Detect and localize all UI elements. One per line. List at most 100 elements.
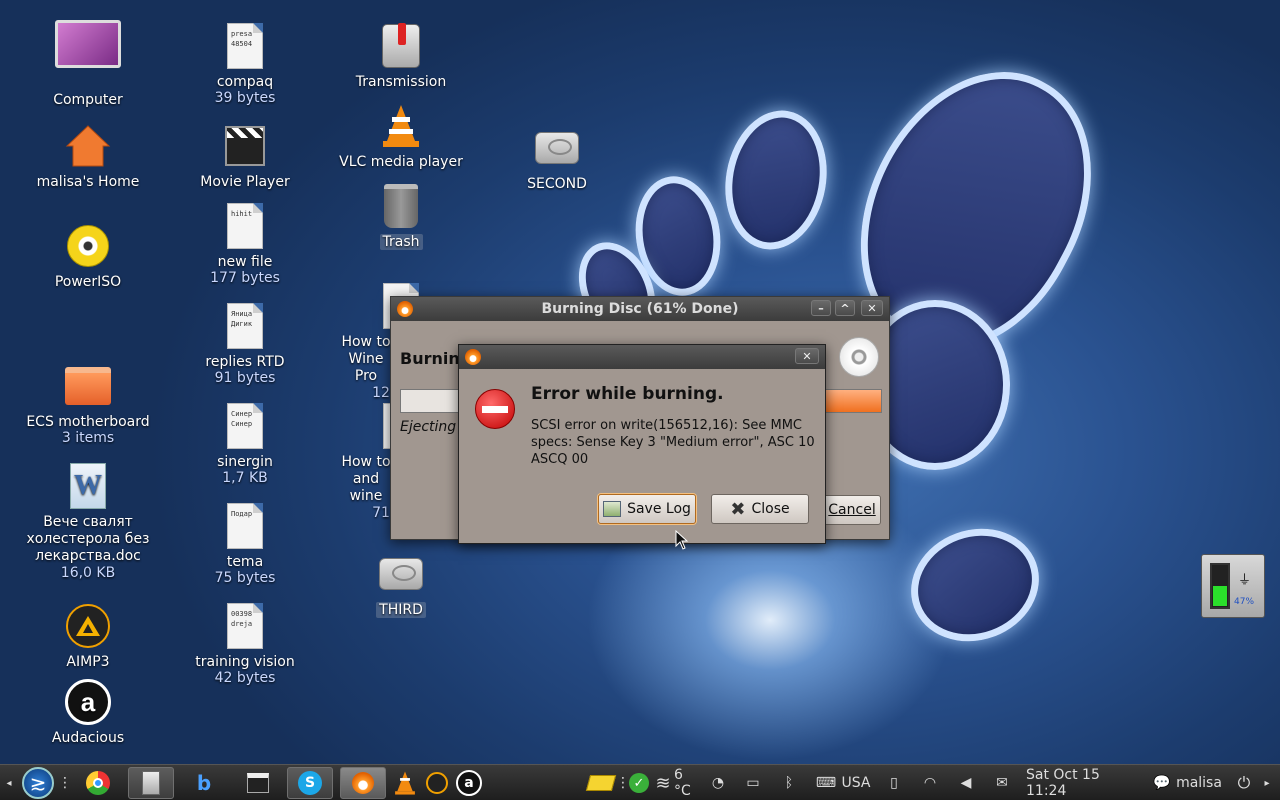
desktop-icon-vlc[interactable]: VLC media player <box>336 102 466 170</box>
keyboard-layout[interactable]: USA <box>840 767 872 799</box>
desktop-icon-new-file[interactable]: hihit new file 177 bytes <box>180 202 310 286</box>
weather-icon: ≋ <box>655 772 671 794</box>
power-plug-icon: ⏚ <box>1238 573 1252 588</box>
icon-label: How to Wine Pro <box>341 334 391 384</box>
desktop-icon-home[interactable]: malisa's Home <box>23 122 153 190</box>
icon-label: Computer <box>53 92 123 108</box>
screen-icon[interactable]: ▭ <box>742 767 764 799</box>
desktop-icon-doc[interactable]: W Вече свалят холестерола без лекарства.… <box>23 462 153 581</box>
close-label: Close <box>751 501 790 517</box>
close-window-button[interactable]: ✕ <box>861 300 883 316</box>
hard-drive-icon <box>379 558 423 590</box>
home-icon <box>64 122 112 170</box>
mouse-cursor-icon <box>675 530 689 550</box>
desktop-icon-ecs-motherboard[interactable]: ECS motherboard 3 items <box>23 362 153 446</box>
desktop-icon-replies-rtd[interactable]: Яница Дигик replies RTD 91 bytes <box>180 302 310 386</box>
mail-icon[interactable]: ✉ <box>990 767 1014 799</box>
brasero-task-button[interactable] <box>340 767 386 799</box>
desktop-icon-audacious[interactable]: a Audacious <box>23 678 153 746</box>
icon-label: tema <box>226 554 264 570</box>
save-log-button[interactable]: Save Log <box>598 494 696 524</box>
scroll-right-icon[interactable]: ▸ <box>1262 767 1272 799</box>
keyboard-icon: ⌨ <box>815 775 837 791</box>
minimize-button[interactable]: – <box>811 300 831 316</box>
folder-icon <box>64 362 112 410</box>
save-log-label: Save Log <box>627 501 691 517</box>
trash-icon <box>377 182 425 230</box>
aimp-task-icon[interactable] <box>424 767 450 799</box>
disc-icon <box>839 337 879 377</box>
text-file-icon: Яница Дигик <box>227 303 263 349</box>
desktop-icon-compaq[interactable]: presa 48504 compaq 39 bytes <box>180 22 310 106</box>
close-button[interactable]: ✖ Close <box>711 494 809 524</box>
bluetooth-icon[interactable]: ᛒ <box>780 767 798 799</box>
separator-handle: ⋮ <box>616 775 630 791</box>
movie-player-task-icon[interactable] <box>244 767 272 799</box>
aimp-icon <box>64 602 112 650</box>
cancel-burn-button[interactable]: Cancel <box>823 495 881 525</box>
desktop-icon-sinergin[interactable]: Синер Синер sinergin 1,7 KB <box>180 402 310 486</box>
close-dialog-button[interactable]: ✕ <box>795 348 819 364</box>
icon-sublabel: 3 items <box>61 430 115 446</box>
desktop-icon-aimp3[interactable]: AIMP3 <box>23 602 153 670</box>
icon-label: ECS motherboard <box>26 414 150 430</box>
skype-task-button[interactable]: S <box>287 767 333 799</box>
brasero-flame-icon <box>397 301 413 317</box>
icon-label: new file <box>217 254 273 270</box>
scroll-left-icon[interactable]: ◂ <box>4 767 14 799</box>
desktop-icon-training-vision[interactable]: 00398 dreja training vision 42 bytes <box>180 602 310 686</box>
desktop-icon-third[interactable]: THIRD <box>336 550 466 618</box>
text-file-icon: 00398 dreja <box>227 603 263 649</box>
start-menu-button[interactable]: ≳ <box>20 767 56 799</box>
icon-label: malisa's Home <box>36 174 140 190</box>
burning-window-titlebar[interactable]: Burning Disc (61% Done) – ^ ✕ <box>391 297 889 321</box>
vlc-task-icon[interactable] <box>392 767 418 799</box>
icon-label: training vision <box>195 654 295 670</box>
battery-indicator-icon[interactable]: ▯ <box>884 767 904 799</box>
clapperboard-icon <box>221 122 269 170</box>
separator-handle: ⋮ <box>58 775 72 791</box>
hard-drive-icon <box>535 132 579 164</box>
desktop-icon-poweriso[interactable]: PowerISO <box>23 222 153 290</box>
taskbar: ◂ ≳ ⋮ b S a ⋮ ✓ ≋ 6 °C ◔ ▭ ᛒ ⌨ USA ▯ ◠ ◀… <box>0 764 1280 800</box>
desktop-icon-trash[interactable]: Trash <box>336 182 466 250</box>
audacious-icon: a <box>64 678 112 726</box>
file-cabinet-icon <box>142 771 160 795</box>
power-icon[interactable]: ⏻ <box>1234 767 1254 799</box>
icon-label: SECOND <box>527 176 587 192</box>
desktop-icon-movie-player[interactable]: Movie Player <box>180 122 310 190</box>
icon-sublabel: 177 bytes <box>210 270 280 286</box>
clock[interactable]: Sat Oct 15 11:24 <box>1026 767 1140 799</box>
burn-status: Ejecting <box>400 419 457 435</box>
weather-temperature[interactable]: 6 °C <box>674 767 704 799</box>
desktop-icon-computer[interactable]: Computer <box>23 14 153 108</box>
computer-icon <box>53 14 123 74</box>
chrome-launcher-icon[interactable] <box>84 767 112 799</box>
maximize-button[interactable]: ^ <box>835 300 855 316</box>
battery-widget[interactable]: ⏚ 47% <box>1201 554 1265 618</box>
app-indicator-icon[interactable]: ◔ <box>708 767 728 799</box>
error-dialog-titlebar[interactable]: ✕ <box>459 345 825 369</box>
icon-label: Trash <box>379 234 423 250</box>
transmission-icon <box>377 22 425 70</box>
audacious-task-icon[interactable]: a <box>454 767 484 799</box>
file-manager-task-button[interactable] <box>128 767 174 799</box>
update-check-icon[interactable]: ✓ <box>628 767 650 799</box>
chat-icon: 💬 <box>1153 775 1171 791</box>
disc-icon <box>64 222 112 270</box>
desktop-icon-second[interactable]: SECOND <box>492 124 622 192</box>
wifi-icon[interactable]: ◠ <box>918 767 942 799</box>
notes-applet-icon[interactable] <box>585 767 617 799</box>
desktop-icon-tema[interactable]: Подар tema 75 bytes <box>180 502 310 586</box>
user-name[interactable]: malisa <box>1174 767 1224 799</box>
icon-sublabel: 75 bytes <box>214 570 276 586</box>
error-icon <box>475 389 515 429</box>
desktop-icon-transmission[interactable]: Transmission <box>336 22 466 90</box>
brasero-flame-icon <box>352 772 374 794</box>
bookmark-app-icon[interactable]: b <box>192 767 216 799</box>
icon-sublabel: 91 bytes <box>214 370 276 386</box>
icon-label: Transmission <box>355 74 447 90</box>
window-title: Burning Disc (61% Done) <box>541 301 739 317</box>
volume-icon[interactable]: ◀ <box>954 767 978 799</box>
icon-sublabel: 16,0 KB <box>60 565 116 581</box>
